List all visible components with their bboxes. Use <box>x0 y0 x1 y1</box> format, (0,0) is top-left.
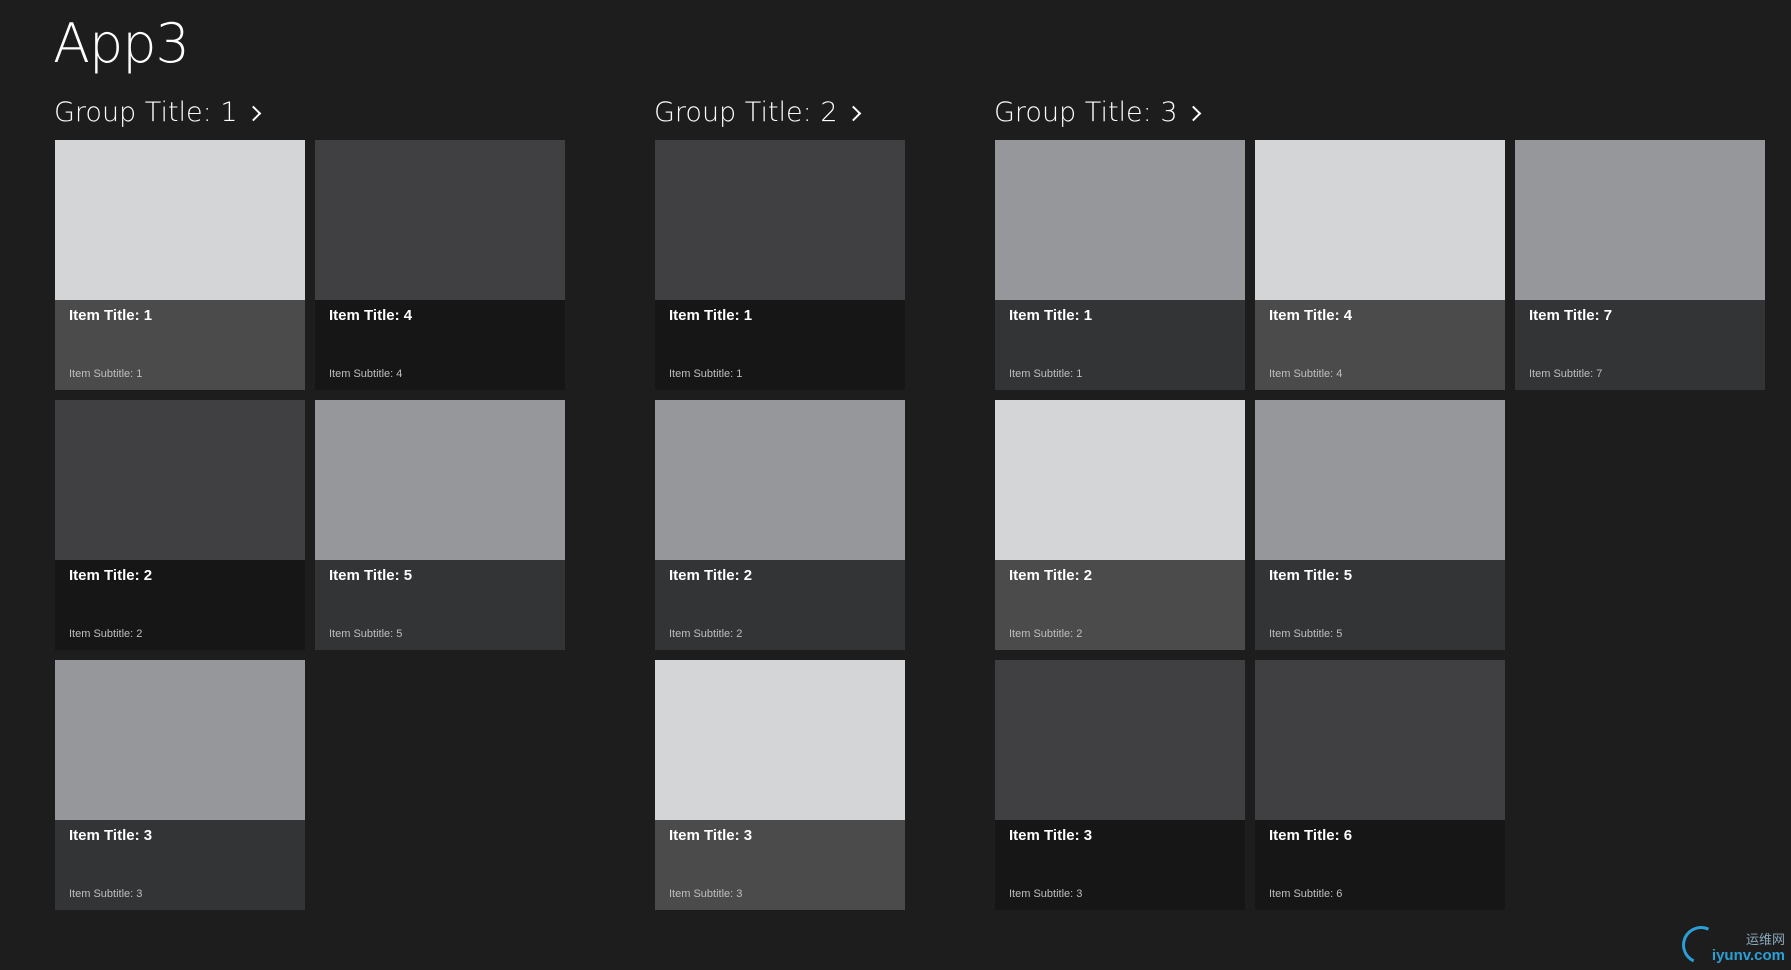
watermark-cn: 运维网 <box>1745 932 1785 947</box>
tile-caption: Item Title: 1 Item Subtitle: 1 <box>655 300 905 390</box>
tile-caption: Item Title: 1 Item Subtitle: 1 <box>55 300 305 390</box>
tile-caption: Item Title: 5 Item Subtitle: 5 <box>1255 560 1505 650</box>
tile-item[interactable]: Item Title: 4 Item Subtitle: 4 <box>315 140 565 390</box>
group-header-3[interactable]: Group Title: 3 <box>994 92 1201 132</box>
chevron-right-icon <box>245 105 261 122</box>
item-subtitle: Item Subtitle: 5 <box>1269 628 1343 640</box>
tile-image-placeholder <box>1255 140 1505 300</box>
tile-item[interactable]: Item Title: 6 Item Subtitle: 6 <box>1255 660 1505 910</box>
tile-item[interactable]: Item Title: 2 Item Subtitle: 2 <box>55 400 305 650</box>
tile-image-placeholder <box>995 140 1245 300</box>
tile-caption: Item Title: 2 Item Subtitle: 2 <box>995 560 1245 650</box>
item-title: Item Title: 1 <box>69 307 153 324</box>
item-title: Item Title: 1 <box>669 307 753 324</box>
item-subtitle: Item Subtitle: 1 <box>669 368 743 380</box>
tile-caption: Item Title: 3 Item Subtitle: 3 <box>995 820 1245 910</box>
item-subtitle: Item Subtitle: 4 <box>1269 368 1343 380</box>
item-subtitle: Item Subtitle: 2 <box>669 628 743 640</box>
item-subtitle: Item Subtitle: 3 <box>69 888 143 900</box>
item-subtitle: Item Subtitle: 1 <box>1009 368 1083 380</box>
group-3: Group Title: 3 Item Title: 1 Item Subtit… <box>994 92 1765 910</box>
item-subtitle: Item Subtitle: 7 <box>1529 368 1603 380</box>
tile-item[interactable]: Item Title: 7 Item Subtitle: 7 <box>1515 140 1765 390</box>
group-1: Group Title: 1 Item Title: 1 Item Subtit… <box>54 92 565 910</box>
tile-item[interactable]: Item Title: 3 Item Subtitle: 3 <box>55 660 305 910</box>
tile-item[interactable]: Item Title: 2 Item Subtitle: 2 <box>655 400 905 650</box>
item-title: Item Title: 5 <box>1269 567 1353 584</box>
item-title: Item Title: 2 <box>69 567 153 584</box>
tile-caption: Item Title: 7 Item Subtitle: 7 <box>1515 300 1765 390</box>
chevron-right-icon <box>1185 105 1201 122</box>
app-root: App3 Group Title: 1 Item Title: 1 Item S… <box>0 0 1791 970</box>
item-title: Item Title: 4 <box>1269 307 1353 324</box>
tile-caption: Item Title: 5 Item Subtitle: 5 <box>315 560 565 650</box>
item-title: Item Title: 3 <box>69 827 153 844</box>
group-title-3: Group Title: 3 <box>994 96 1178 128</box>
tile-image-placeholder <box>1515 140 1765 300</box>
tile-caption: Item Title: 2 Item Subtitle: 2 <box>55 560 305 650</box>
item-subtitle: Item Subtitle: 1 <box>69 368 143 380</box>
item-title: Item Title: 7 <box>1529 307 1613 324</box>
tile-caption: Item Title: 6 Item Subtitle: 6 <box>1255 820 1505 910</box>
item-subtitle: Item Subtitle: 5 <box>329 628 403 640</box>
watermark-en: iyunv.com <box>1711 947 1785 964</box>
tile-caption: Item Title: 4 Item Subtitle: 4 <box>315 300 565 390</box>
tile-item[interactable]: Item Title: 1 Item Subtitle: 1 <box>995 140 1245 390</box>
item-title: Item Title: 5 <box>329 567 413 584</box>
watermark-logo: 运维网 iyunv.com <box>1676 920 1785 970</box>
tile-image-placeholder <box>55 140 305 300</box>
group-header-2[interactable]: Group Title: 2 <box>654 92 861 132</box>
group-2: Group Title: 2 Item Title: 1 Item Subtit… <box>654 92 905 910</box>
group-title-2: Group Title: 2 <box>654 96 838 128</box>
tile-image-placeholder <box>315 400 565 560</box>
tile-item[interactable]: Item Title: 5 Item Subtitle: 5 <box>315 400 565 650</box>
group-header-1[interactable]: Group Title: 1 <box>54 92 261 132</box>
tile-item[interactable]: Item Title: 5 Item Subtitle: 5 <box>1255 400 1505 650</box>
watermark-text: 运维网 iyunv.com <box>1712 932 1785 964</box>
tile-caption: Item Title: 3 Item Subtitle: 3 <box>655 820 905 910</box>
item-subtitle: Item Subtitle: 6 <box>1269 888 1343 900</box>
tile-image-placeholder <box>55 400 305 560</box>
tile-image-placeholder <box>315 140 565 300</box>
tile-caption: Item Title: 4 Item Subtitle: 4 <box>1255 300 1505 390</box>
tile-item[interactable]: Item Title: 2 Item Subtitle: 2 <box>995 400 1245 650</box>
tile-image-placeholder <box>1255 660 1505 820</box>
item-subtitle: Item Subtitle: 2 <box>1009 628 1083 640</box>
tile-item[interactable]: Item Title: 3 Item Subtitle: 3 <box>995 660 1245 910</box>
tile-image-placeholder <box>995 400 1245 560</box>
tile-item[interactable]: Item Title: 4 Item Subtitle: 4 <box>1255 140 1505 390</box>
item-subtitle: Item Subtitle: 3 <box>669 888 743 900</box>
item-subtitle: Item Subtitle: 2 <box>69 628 143 640</box>
item-subtitle: Item Subtitle: 3 <box>1009 888 1083 900</box>
tile-image-placeholder <box>1255 400 1505 560</box>
tile-caption: Item Title: 2 Item Subtitle: 2 <box>655 560 905 650</box>
tile-item[interactable]: Item Title: 3 Item Subtitle: 3 <box>655 660 905 910</box>
tile-caption: Item Title: 3 Item Subtitle: 3 <box>55 820 305 910</box>
item-subtitle: Item Subtitle: 4 <box>329 368 403 380</box>
tile-image-placeholder <box>655 140 905 300</box>
tile-image-placeholder <box>655 400 905 560</box>
tile-item[interactable]: Item Title: 1 Item Subtitle: 1 <box>655 140 905 390</box>
tile-image-placeholder <box>55 660 305 820</box>
page-title: App3 <box>53 12 190 75</box>
group-title-1: Group Title: 1 <box>54 96 238 128</box>
tile-image-placeholder <box>995 660 1245 820</box>
chevron-right-icon <box>845 105 861 122</box>
item-title: Item Title: 1 <box>1009 307 1093 324</box>
item-title: Item Title: 4 <box>329 307 413 324</box>
tile-image-placeholder <box>655 660 905 820</box>
item-title: Item Title: 2 <box>669 567 753 584</box>
item-title: Item Title: 3 <box>1009 827 1093 844</box>
tile-caption: Item Title: 1 Item Subtitle: 1 <box>995 300 1245 390</box>
item-title: Item Title: 2 <box>1009 567 1093 584</box>
item-title: Item Title: 3 <box>669 827 753 844</box>
tile-item[interactable]: Item Title: 1 Item Subtitle: 1 <box>55 140 305 390</box>
item-title: Item Title: 6 <box>1269 827 1353 844</box>
